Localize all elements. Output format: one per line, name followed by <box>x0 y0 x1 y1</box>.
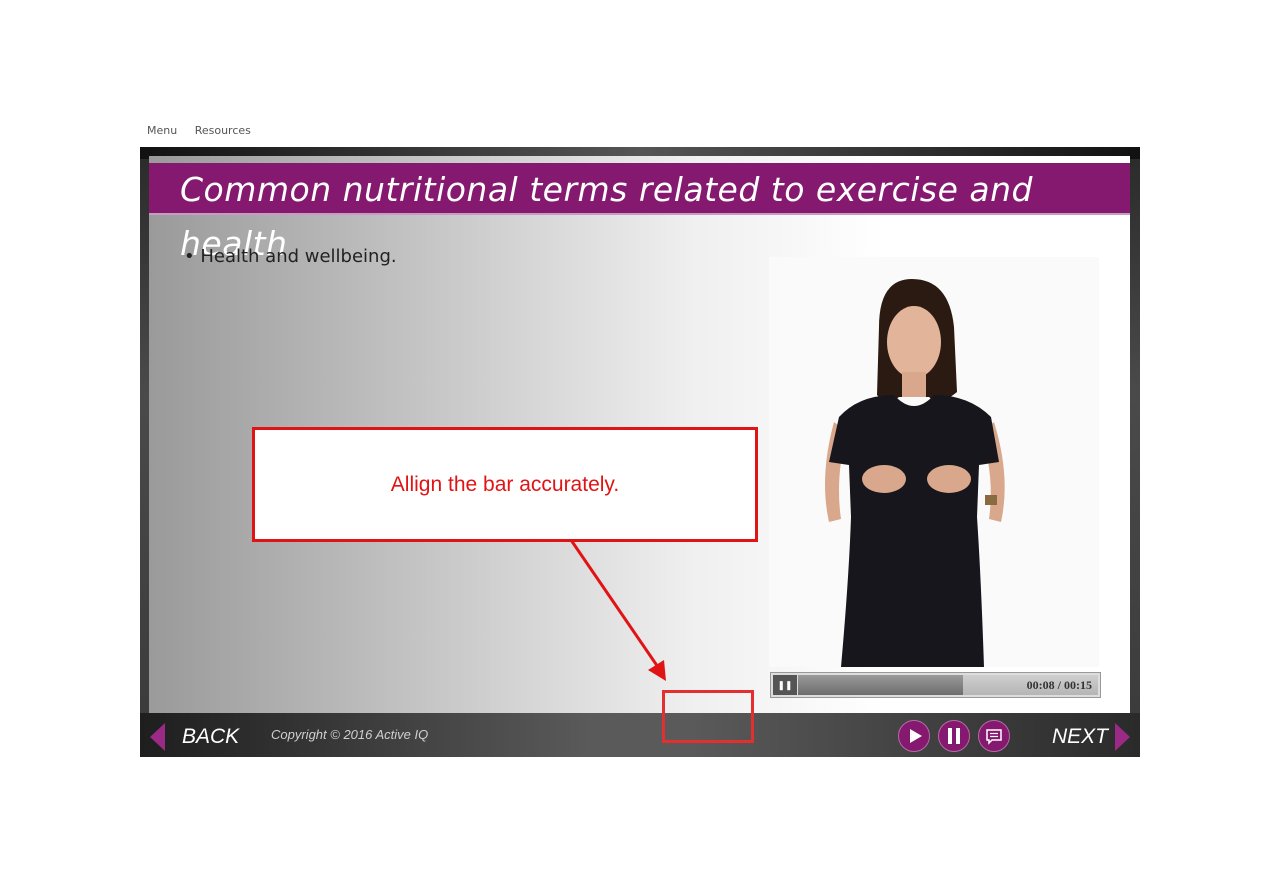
copyright-text: Copyright © 2016 Active IQ <box>271 727 429 742</box>
next-arrow-icon <box>1115 723 1130 751</box>
next-label: NEXT <box>1052 725 1109 748</box>
presenter-image <box>769 257 1099 667</box>
play-button[interactable] <box>898 720 930 752</box>
play-icon <box>910 729 922 743</box>
video-time: 00:08 / 00:15 <box>1026 678 1092 692</box>
bullet-text: • Health and wellbeing. <box>184 246 397 267</box>
transcript-button[interactable] <box>978 720 1010 752</box>
annotation-callout: Allign the bar accurately. <box>252 427 758 542</box>
pause-icon <box>948 728 960 744</box>
menu-link[interactable]: Menu <box>147 124 177 137</box>
transcript-icon <box>986 729 1002 745</box>
video-frame[interactable] <box>769 257 1099 667</box>
video-progress-fill <box>798 675 963 695</box>
top-nav: Menu Resources <box>147 124 265 137</box>
slide-title-bar: Common nutritional terms related to exer… <box>149 163 1130 263</box>
video-progress-bar[interactable]: 00:08 / 00:15 <box>798 675 1098 695</box>
annotation-highlight-box <box>662 690 754 743</box>
resources-link[interactable]: Resources <box>195 124 251 137</box>
pause-button[interactable] <box>938 720 970 752</box>
back-arrow-icon <box>150 723 165 751</box>
video-pause-button[interactable]: ❚❚ <box>773 675 797 695</box>
back-label: BACK <box>182 725 240 748</box>
annotation-text: Allign the bar accurately. <box>390 473 620 496</box>
player-footer: BACK Copyright © 2016 Active IQ NEXT <box>140 713 1140 757</box>
video-controls: ❚❚ 00:08 / 00:15 <box>770 672 1101 698</box>
